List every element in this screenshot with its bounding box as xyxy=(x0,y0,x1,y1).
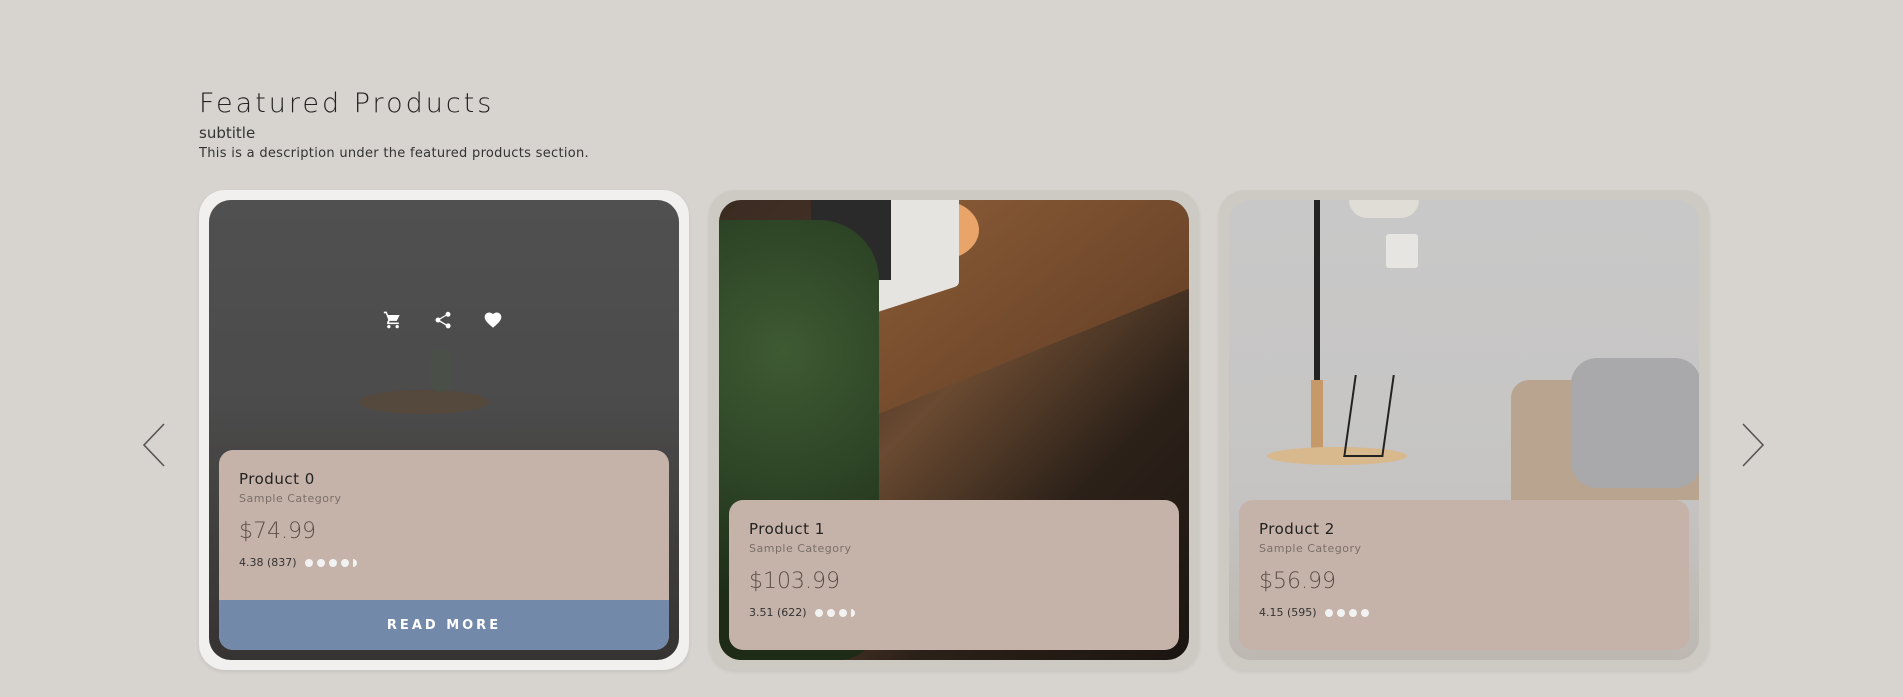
product-info: Product 0 Sample Category $74.99 4.38 (8… xyxy=(219,450,669,650)
section-description: This is a description under the featured… xyxy=(199,146,589,161)
rating-dots xyxy=(304,558,361,567)
rating-text: 4.38 (837) xyxy=(239,556,297,569)
product-name: Product 0 xyxy=(239,470,315,488)
rating-dot xyxy=(1336,608,1345,617)
rating-text: 4.15 (595) xyxy=(1259,606,1317,619)
rating-dots xyxy=(1324,608,1373,617)
product-info: Product 1 Sample Category $103.99 3.51 (… xyxy=(729,500,1179,650)
rating-text: 3.51 (622) xyxy=(749,606,807,619)
section-subtitle: subtitle xyxy=(199,124,256,142)
cart-icon[interactable] xyxy=(381,308,405,332)
product-card[interactable]: Product 0 Sample Category $74.99 4.38 (8… xyxy=(199,190,689,670)
rating-dot xyxy=(328,558,337,567)
product-image: Product 2 Sample Category $56.99 4.15 (5… xyxy=(1229,200,1699,660)
product-rating: 3.51 (622) xyxy=(749,606,1159,619)
heart-icon[interactable] xyxy=(481,308,505,332)
rating-dot xyxy=(316,558,325,567)
product-card[interactable]: Product 2 Sample Category $56.99 4.15 (5… xyxy=(1219,190,1709,670)
rating-dot xyxy=(838,608,847,617)
product-actions xyxy=(381,308,505,332)
rating-dot xyxy=(814,608,823,617)
product-name: Product 1 xyxy=(749,520,825,538)
rating-dot xyxy=(1360,608,1369,617)
carousel-prev-button[interactable] xyxy=(140,422,170,468)
product-info: Product 2 Sample Category $56.99 4.15 (5… xyxy=(1239,500,1689,650)
product-category: Sample Category xyxy=(239,492,342,505)
product-name: Product 2 xyxy=(1259,520,1335,538)
section-header: Featured Products subtitle This is a des… xyxy=(199,88,589,162)
rating-dot-half xyxy=(352,558,357,567)
rating-dot xyxy=(304,558,313,567)
section-title: Featured Products xyxy=(199,88,495,119)
rating-dot xyxy=(1348,608,1357,617)
product-category: Sample Category xyxy=(1259,542,1362,555)
product-rating: 4.15 (595) xyxy=(1259,606,1669,619)
carousel-next-button[interactable] xyxy=(1737,422,1767,468)
product-card[interactable]: Product 1 Sample Category $103.99 3.51 (… xyxy=(709,190,1199,670)
rating-dot xyxy=(826,608,835,617)
rating-dots xyxy=(814,608,859,617)
rating-dot xyxy=(1324,608,1333,617)
product-price: $56.99 xyxy=(1259,569,1336,594)
product-price: $74.99 xyxy=(239,519,316,544)
chevron-right-icon xyxy=(1742,423,1765,467)
product-price: $103.99 xyxy=(749,569,840,594)
share-icon[interactable] xyxy=(431,308,455,332)
rating-dot-half xyxy=(850,608,855,617)
rating-dot xyxy=(340,558,349,567)
product-rating: 4.38 (837) xyxy=(239,556,649,569)
product-image: Product 1 Sample Category $103.99 3.51 (… xyxy=(719,200,1189,660)
chevron-left-icon xyxy=(142,423,165,467)
read-more-button[interactable]: READ MORE xyxy=(219,600,669,650)
product-image: Product 0 Sample Category $74.99 4.38 (8… xyxy=(209,200,679,660)
product-category: Sample Category xyxy=(749,542,852,555)
